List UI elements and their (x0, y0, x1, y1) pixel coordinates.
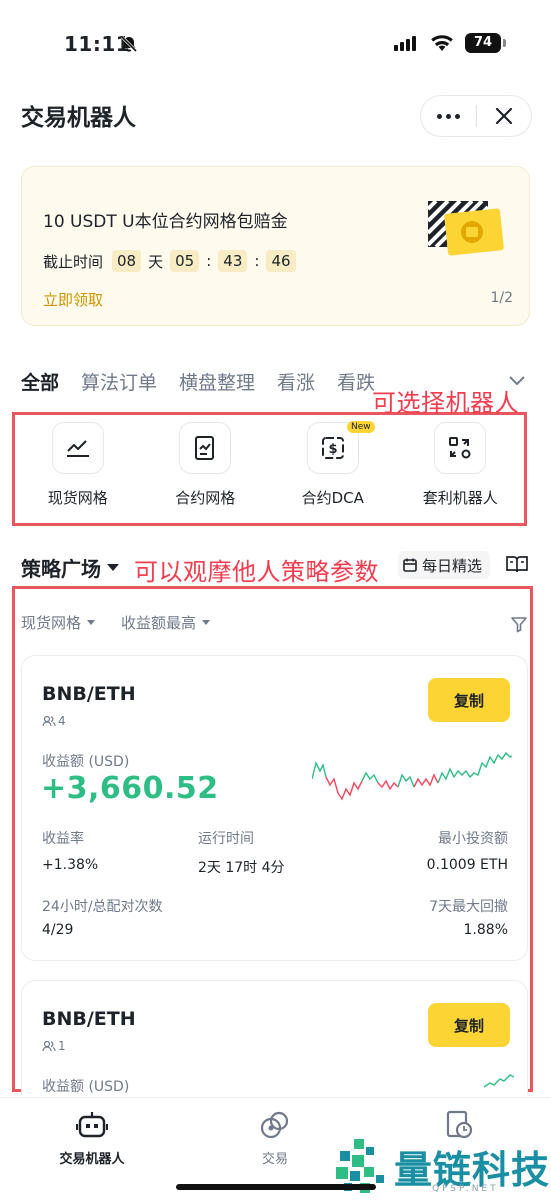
countdown-minutes: 43 (218, 250, 248, 272)
deadline-label: 截止时间 (43, 252, 104, 271)
new-badge: New (347, 421, 375, 433)
nav-trading-bots[interactable]: 交易机器人 (32, 1110, 152, 1167)
tab-all[interactable]: 全部 (21, 368, 59, 395)
min-investment-value: 0.1009 ETH (426, 857, 508, 873)
filter-label: 收益额最高 (121, 614, 197, 632)
promo-banner[interactable]: 10 USDT U本位合约网格包赔金 截止时间 08 天 05 : 43 : 4… (21, 166, 530, 326)
match-count-value: 4/29 (42, 922, 74, 938)
bot-type-label: 合约DCA (301, 489, 364, 507)
match-count-label: 24小时/总配对次数 (42, 899, 163, 915)
roi-value: +1.38% (42, 857, 99, 873)
claim-now-link[interactable]: 立即领取 (43, 289, 103, 310)
copy-button[interactable]: 复制 (428, 1003, 510, 1047)
time-separator: : (254, 252, 260, 270)
daily-pick-label: 每日精选 (422, 556, 483, 575)
banner-pager: 1/2 (490, 290, 513, 306)
funnel-icon[interactable] (510, 615, 528, 633)
day-unit: 天 (148, 252, 164, 271)
nav-trade[interactable]: 交易 (215, 1110, 335, 1167)
cellular-signal-icon (394, 36, 416, 51)
runtime-label: 运行时间 (198, 831, 254, 847)
users-icon (42, 1040, 56, 1052)
bot-type-futures-dca[interactable]: New $ 合约DCA (269, 421, 397, 508)
pnl-value: +3,660.52 (41, 771, 219, 806)
close-button[interactable] (477, 96, 531, 136)
history-icon (446, 1110, 473, 1139)
close-icon (495, 107, 513, 125)
followers-value: 4 (58, 714, 66, 728)
svg-text:$: $ (328, 442, 337, 457)
time-separator: : (206, 252, 212, 270)
countdown-days: 08 (112, 250, 142, 272)
calendar-icon (403, 558, 417, 572)
category-tabs: 全部 算法订单 横盘整理 看涨 看跌 (21, 368, 397, 395)
more-button[interactable] (421, 96, 476, 136)
bot-type-list: 现货网格 合约网格 New $ 合约DCA 套利机器人 (14, 421, 525, 508)
bell-muted-icon (120, 35, 138, 57)
trading-pair: BNB/ETH (42, 1008, 136, 1030)
strategy-card[interactable]: BNB/ETH 4 复制 收益额 (USD) +3,660.52 收益率 +1.… (21, 655, 528, 961)
book-icon[interactable] (506, 555, 528, 573)
page-title: 交易机器人 (21, 105, 136, 131)
futures-grid-icon (179, 422, 232, 474)
strategy-card[interactable]: BNB/ETH 1 复制 收益额 (USD) (21, 980, 528, 1095)
spot-grid-icon (51, 422, 104, 474)
promo-title: 10 USDT U本位合约网格包赔金 (43, 212, 288, 232)
followers-count: 1 (42, 1039, 66, 1053)
tab-sideways[interactable]: 横盘整理 (179, 368, 255, 395)
max-drawdown-label: 7天最大回撤 (429, 899, 508, 915)
caret-down-icon (87, 620, 96, 625)
copy-button[interactable]: 复制 (428, 678, 510, 722)
home-indicator (176, 1184, 376, 1190)
bot-type-arbitrage[interactable]: 套利机器人 (397, 422, 525, 508)
trading-pair: BNB/ETH (42, 683, 136, 705)
nav-label: 交易机器人 (59, 1152, 125, 1167)
annotation-select-bot: 可选择机器人 (372, 389, 519, 417)
max-drawdown-value: 1.88% (463, 922, 508, 938)
tab-bullish[interactable]: 看涨 (277, 368, 315, 395)
bot-type-spot-grid[interactable]: 现货网格 (14, 422, 142, 508)
header-actions (420, 95, 532, 137)
daily-pick-button[interactable]: 每日精选 (398, 551, 491, 579)
filter-bot-type[interactable]: 现货网格 (21, 612, 96, 633)
runtime-value: 2天 17时 4分 (198, 860, 285, 876)
countdown-hours: 05 (170, 250, 200, 272)
wifi-icon (430, 34, 454, 56)
arbitrage-bot-icon (434, 422, 487, 474)
countdown: 截止时间 08 天 05 : 43 : 46 (43, 250, 299, 272)
trade-icon (260, 1111, 289, 1139)
followers-value: 1 (58, 1039, 66, 1053)
bot-type-label: 合约网格 (175, 489, 236, 507)
nav-label: 交易 (261, 1152, 288, 1167)
filter-sort[interactable]: 收益额最高 (121, 612, 211, 633)
pnl-sparkline (484, 1074, 514, 1088)
tab-algo-orders[interactable]: 算法订单 (81, 368, 157, 395)
status-bar: 11:11 74 (0, 28, 551, 64)
caret-down-icon (202, 620, 211, 625)
watermark-domain: QFSP.NET (432, 1184, 499, 1194)
followers-count: 4 (42, 714, 66, 728)
robot-icon (76, 1112, 108, 1138)
pnl-label: 收益额 (USD) (42, 1079, 130, 1095)
bot-type-label: 套利机器人 (422, 489, 498, 507)
roi-label: 收益率 (42, 831, 84, 847)
coupon-ticket-icon (428, 201, 504, 256)
filter-label: 现货网格 (21, 614, 82, 632)
pnl-label: 收益额 (USD) (42, 754, 130, 770)
strategy-square-dropdown[interactable]: 策略广场 (21, 553, 119, 582)
countdown-seconds: 46 (266, 250, 296, 272)
min-investment-label: 最小投资额 (438, 831, 508, 847)
battery-indicator: 74 (465, 33, 506, 53)
users-icon (42, 715, 56, 727)
strategy-square-title: 策略广场 (21, 557, 101, 581)
bot-type-label: 现货网格 (47, 489, 108, 507)
caret-down-icon (107, 564, 119, 571)
annotation-view-strategies: 可以观摩他人策略参数 (134, 558, 379, 586)
bot-type-futures-grid[interactable]: 合约网格 (142, 422, 270, 508)
pnl-sparkline (312, 751, 512, 801)
strategy-filters: 现货网格 收益额最高 (21, 612, 236, 633)
tab-bearish[interactable]: 看跌 (337, 368, 375, 395)
